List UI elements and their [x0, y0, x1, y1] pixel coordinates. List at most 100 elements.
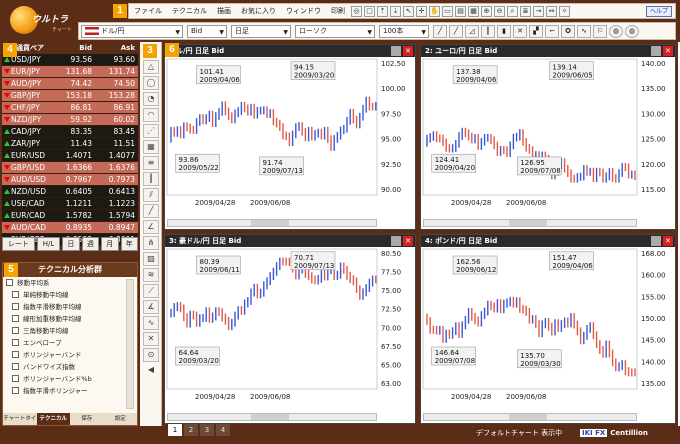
trend-tool-icon[interactable]: ╱ — [143, 204, 159, 218]
arrow-right-icon[interactable]: → — [533, 5, 544, 17]
cross-tool-icon[interactable]: ✕ — [143, 332, 159, 346]
open-icon[interactable]: ◎ — [351, 5, 362, 17]
minimize-icon[interactable] — [391, 46, 401, 56]
text-tool-icon[interactable]: ∡ — [143, 300, 159, 314]
circle-tool-icon[interactable]: ◯ — [143, 76, 159, 90]
quote-row[interactable]: NZD/USD 0.6405 0.6413 — [2, 186, 138, 198]
horizontal-scrollbar[interactable] — [423, 413, 637, 421]
wave-tool-icon[interactable]: ∿ — [143, 316, 159, 330]
candle-chart[interactable]: 102.50 100.00 97.50 95.00 92.50 90.00 2009/04/… — [165, 57, 415, 229]
triangle-tool-icon[interactable]: △ — [143, 60, 159, 74]
page-tab-1[interactable]: 1 — [168, 424, 182, 436]
checkbox-icon[interactable] — [12, 351, 19, 358]
horizontal-scrollbar[interactable] — [167, 413, 377, 421]
technical-item[interactable]: 移動平均系 — [3, 277, 137, 289]
scroll-thumb[interactable] — [251, 220, 290, 226]
wave-icon[interactable]: ∿ — [577, 24, 591, 38]
candle-chart[interactable]: 80.50 77.50 75.00 72.50 70.00 67.50 65.00 63.00… — [165, 247, 415, 423]
quote-row[interactable]: GBP/JPY 153.18 153.28 — [2, 90, 138, 102]
bars-tool-icon[interactable]: ┃ — [143, 172, 159, 186]
gauge-tool-icon[interactable]: ◔ — [143, 92, 159, 106]
scroll-thumb[interactable] — [508, 414, 547, 420]
checkbox-icon[interactable] — [12, 387, 19, 394]
hl-button[interactable]: H/L — [36, 237, 61, 251]
pair-select[interactable]: ドル/円 ▼ — [81, 24, 183, 38]
close-icon[interactable]: ✕ — [403, 46, 413, 56]
fit-icon[interactable]: ⌕ — [507, 5, 518, 17]
quote-row[interactable]: EUR/CAD 1.5782 1.5794 — [2, 210, 138, 222]
tab-chart-type[interactable]: チャートタイプ — [3, 413, 37, 434]
zoom-out-icon[interactable]: ⊖ — [494, 5, 505, 17]
close-icon[interactable]: ✕ — [403, 236, 413, 246]
lightbulb-icon[interactable]: ✧ — [559, 5, 570, 17]
technical-item[interactable]: 指数平滑ボリンジャー — [3, 385, 137, 397]
horizontal-scrollbar[interactable] — [167, 219, 377, 227]
quote-row[interactable]: AUD/USD 0.7967 0.7973 — [2, 174, 138, 186]
lines-tool-icon[interactable]: ≡ — [143, 156, 159, 170]
checkbox-icon[interactable] — [12, 303, 19, 310]
tab-save[interactable]: 保存 — [70, 413, 104, 425]
quote-row[interactable]: AUD/CAD 0.8935 0.8947 — [2, 222, 138, 234]
period-select[interactable]: 日足 ▼ — [231, 24, 291, 38]
pnf-chart-icon[interactable]: ✕ — [513, 24, 527, 38]
kagi-chart-icon[interactable]: ⌐ — [545, 24, 559, 38]
sort-down-icon[interactable]: ⇣ — [390, 5, 401, 17]
technical-item[interactable]: バンドワイズ指数 — [3, 361, 137, 373]
hatch-tool-icon[interactable]: ▨ — [143, 252, 159, 266]
close-icon[interactable]: ✕ — [663, 46, 673, 56]
price-select[interactable]: Bid ▼ — [187, 24, 227, 38]
technical-item[interactable]: 線形加重移動平均線 — [3, 313, 137, 325]
chart-panel-2[interactable]: 2: ユーロ/円 日足 Bid ✕ 140.00 135.00 130.00 125.00… — [420, 44, 676, 230]
star-icon[interactable]: ✪ — [561, 24, 575, 38]
menu-file[interactable]: ファイル — [129, 6, 167, 16]
line2-chart-icon[interactable]: ╱ — [449, 24, 463, 38]
quote-row[interactable]: EUR/USD 1.4071 1.4077 — [2, 150, 138, 162]
hand-icon[interactable]: ✋ — [429, 5, 440, 17]
week-button[interactable]: 週 — [81, 237, 100, 251]
horizontal-scrollbar[interactable] — [423, 219, 637, 227]
checkbox-icon[interactable] — [12, 315, 19, 322]
checkbox-icon[interactable] — [12, 327, 19, 334]
technical-scrollbar[interactable] — [126, 279, 134, 409]
rate-button[interactable]: レート — [2, 237, 35, 251]
candle-chart-icon[interactable]: ▮ — [497, 24, 511, 38]
new-icon[interactable]: ▢ — [364, 5, 375, 17]
menu-draw[interactable]: 描画 — [212, 6, 236, 16]
globe-icon[interactable]: ◍ — [609, 24, 623, 38]
tab-technical[interactable]: テクニカル — [36, 413, 70, 425]
window-icon[interactable]: ▭ — [442, 5, 453, 17]
renko-chart-icon[interactable]: ▞ — [529, 24, 543, 38]
checkbox-icon[interactable] — [12, 339, 19, 346]
day-button[interactable]: 日 — [62, 237, 80, 251]
checkbox-icon[interactable] — [12, 363, 19, 370]
fib-tool-icon[interactable]: ≋ — [143, 268, 159, 282]
quote-row[interactable]: CAD/JPY 83.35 83.45 — [2, 126, 138, 138]
technical-item[interactable]: エンベロープ — [3, 337, 137, 349]
cycle-tool-icon[interactable]: ⊙ — [143, 348, 159, 362]
tile-icon[interactable]: ▦ — [468, 5, 479, 17]
scroll-thumb[interactable] — [508, 220, 547, 226]
candle-chart[interactable]: 140.00 135.00 130.00 125.00 120.00 115.00 2009… — [421, 57, 675, 229]
pitchfork-tool-icon[interactable]: ⋔ — [143, 236, 159, 250]
crosshair-icon[interactable]: ✛ — [416, 5, 427, 17]
month-button[interactable]: 月 — [101, 237, 119, 251]
area-chart-icon[interactable]: ◿ — [465, 24, 479, 38]
quote-row[interactable]: USE/CAD 1.1211 1.1223 — [2, 198, 138, 210]
quote-row[interactable]: EUR/JPY 131.68 131.74 — [2, 66, 138, 78]
tab-settings[interactable]: 設定 — [104, 413, 138, 425]
channel-tool-icon[interactable]: ⫽ — [143, 188, 159, 202]
quote-row[interactable]: GBP/USD 1.6366 1.6376 — [2, 162, 138, 174]
flag-chart-icon[interactable]: ⚐ — [593, 24, 607, 38]
technical-item[interactable]: 単純移動平均線 — [3, 289, 137, 301]
minimize-icon[interactable] — [651, 236, 661, 246]
chart-panel-1[interactable]: ドル/円 日足 Bid ✕ 102.50 100.00 97.50 95.00 92.50 9… — [164, 44, 416, 230]
align-icon[interactable]: ≣ — [520, 5, 531, 17]
minimize-icon[interactable] — [391, 236, 401, 246]
close-icon[interactable]: ✕ — [663, 236, 673, 246]
page-tab-4[interactable]: 4 — [216, 424, 230, 436]
technical-item[interactable]: 指数平滑移動平均線 — [3, 301, 137, 313]
quote-row[interactable]: AUD/JPY 74.42 74.50 — [2, 78, 138, 90]
menu-window[interactable]: ウィンドウ — [281, 6, 326, 16]
page-tab-3[interactable]: 3 — [200, 424, 214, 436]
ray-tool-icon[interactable]: ⟋ — [143, 284, 159, 298]
